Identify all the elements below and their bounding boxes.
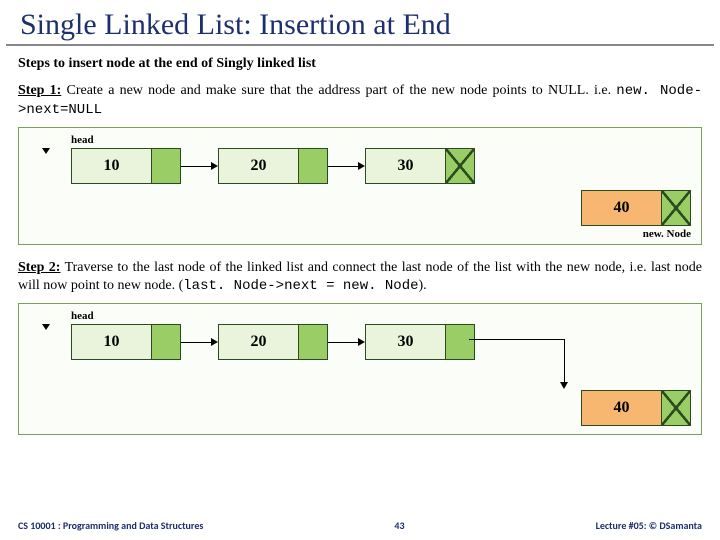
step-2-text: Step 2: Traverse to the last node of the… bbox=[0, 259, 720, 303]
step-2-label: Step 2: bbox=[18, 260, 60, 275]
node-value: 10 bbox=[72, 149, 152, 183]
arrow-right-icon bbox=[181, 148, 218, 184]
node-value: 30 bbox=[366, 149, 446, 183]
footer-right: Lecture #05: © DSamanta bbox=[596, 519, 702, 532]
step-2-code: last. Node->next = new. Node bbox=[183, 278, 418, 294]
steps-subhead: Steps to insert node at the end of Singl… bbox=[0, 56, 720, 82]
node-null-pointer bbox=[662, 191, 690, 225]
new-node-label: new. Node bbox=[581, 228, 691, 240]
step-1-label: Step 1: bbox=[18, 83, 61, 98]
connector-line bbox=[564, 339, 565, 384]
arrow-right-icon bbox=[328, 148, 365, 184]
node-pointer bbox=[446, 325, 474, 359]
arrow-down-icon bbox=[560, 382, 568, 389]
node-pointer bbox=[152, 325, 180, 359]
node-value: 10 bbox=[72, 325, 152, 359]
footer-left: CS 10001 : Programming and Data Structur… bbox=[18, 519, 203, 532]
node-value: 40 bbox=[582, 191, 662, 225]
list-node: 20 bbox=[218, 148, 328, 184]
step-2-close: ). bbox=[419, 278, 427, 293]
list-node: 30 bbox=[365, 148, 475, 184]
step-1-body: Create a new node and make sure that the… bbox=[61, 83, 616, 98]
node-null-pointer bbox=[446, 149, 474, 183]
arrow-right-icon bbox=[181, 324, 218, 360]
head-pointer-icon bbox=[27, 324, 65, 330]
node-value: 20 bbox=[219, 149, 299, 183]
head-label-2: head bbox=[71, 310, 693, 322]
diagram-1: head 10 20 30 40 new. Node bbox=[18, 127, 702, 245]
list-node: 10 bbox=[71, 324, 181, 360]
node-value: 40 bbox=[582, 391, 662, 425]
node-null-pointer bbox=[662, 391, 690, 425]
head-label-1: head bbox=[71, 134, 693, 146]
list-node: 20 bbox=[218, 324, 328, 360]
new-node: 40 bbox=[581, 190, 691, 226]
arrow-right-icon bbox=[328, 324, 365, 360]
new-node: 40 bbox=[581, 390, 691, 426]
slide-footer: CS 10001 : Programming and Data Structur… bbox=[0, 519, 720, 532]
slide-number: 43 bbox=[394, 519, 404, 532]
node-pointer bbox=[152, 149, 180, 183]
diagram-2: head 10 20 30 40 bbox=[18, 303, 702, 435]
node-pointer bbox=[299, 149, 327, 183]
new-node-block-1: 40 new. Node bbox=[581, 190, 691, 240]
node-value: 20 bbox=[219, 325, 299, 359]
page-title: Single Linked List: Insertion at End bbox=[6, 0, 714, 46]
head-pointer-icon bbox=[27, 148, 65, 154]
step-1-text: Step 1: Create a new node and make sure … bbox=[0, 82, 720, 127]
list-node: 10 bbox=[71, 148, 181, 184]
connector-line bbox=[469, 339, 564, 340]
list-node: 30 bbox=[365, 324, 475, 360]
new-node-block-2: 40 bbox=[581, 390, 691, 426]
node-pointer bbox=[299, 325, 327, 359]
node-value: 30 bbox=[366, 325, 446, 359]
